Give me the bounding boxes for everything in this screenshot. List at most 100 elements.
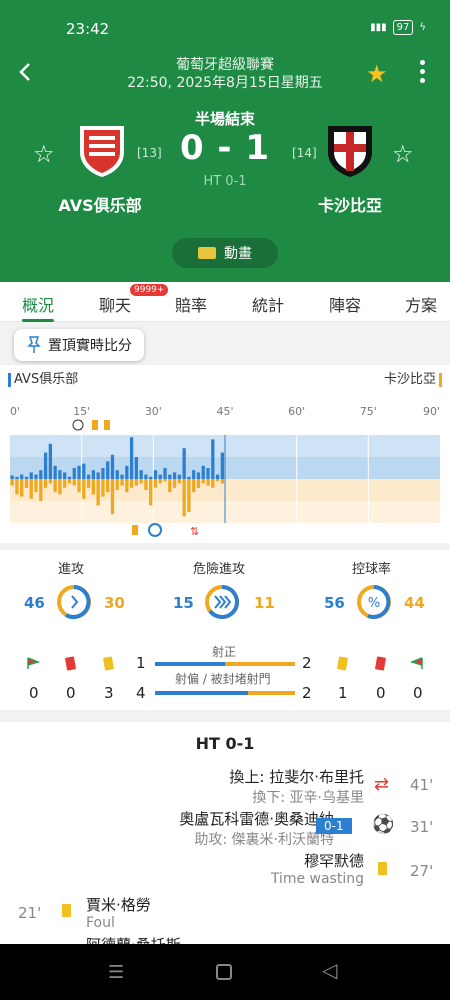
- away-team-name[interactable]: 卡沙比亞: [290, 192, 410, 216]
- away-pressure-bar: [91, 479, 95, 495]
- possession-label: 控球率: [352, 562, 392, 577]
- home-yellow-cards: 3: [104, 684, 114, 702]
- away-pressure-bar: [96, 479, 100, 506]
- on-target-home-bar: [155, 662, 225, 666]
- football-icon: ⚽: [372, 814, 395, 835]
- status-icons: ▮▮▮ 97 ϟ: [370, 20, 426, 35]
- charging-icon: ϟ: [419, 22, 426, 33]
- home-pressure-bar: [10, 475, 14, 479]
- away-pressure-bar: [15, 479, 19, 495]
- away-pressure-bar: [177, 479, 181, 484]
- off-target-away: 2: [302, 684, 312, 702]
- animation-button[interactable]: 動畫: [172, 238, 278, 268]
- favorite-star-icon[interactable]: ★: [366, 60, 388, 88]
- home-pressure-bar: [48, 443, 52, 479]
- away-pressure-bar: [153, 479, 158, 488]
- home-pressure-bar: [72, 468, 76, 479]
- home-pressure-bar: [67, 476, 72, 479]
- home-team-logo[interactable]: [76, 122, 128, 178]
- corner-flag-icon: [410, 657, 423, 669]
- red-card-icon: [64, 656, 77, 671]
- dangerous-home: 15: [173, 594, 194, 612]
- pin-icon: [27, 336, 41, 353]
- off-target-label: 射偏 / 被封堵射門: [175, 672, 271, 686]
- away-pressure-bar: [10, 479, 14, 486]
- home-pressure-bar: [177, 474, 181, 479]
- tab-odds[interactable]: 賠率: [175, 292, 207, 316]
- event-substitution[interactable]: 換上: 拉斐尔·布里托 換下: 亚辛·乌基里: [229, 766, 364, 807]
- away-pressure-bar: [86, 479, 91, 488]
- away-pressure-bar: [201, 479, 205, 484]
- home-pressure-bar: [215, 474, 220, 479]
- home-pressure-bar: [201, 465, 205, 479]
- home-follow-star-icon[interactable]: ☆: [33, 140, 55, 168]
- off-target-home: 4: [136, 684, 146, 702]
- active-tab-indicator: [22, 319, 54, 322]
- home-pressure-bar: [53, 465, 57, 479]
- event-yellow-card[interactable]: 賈米·格勞 Foul: [86, 894, 151, 931]
- minute-tick-label: 90': [423, 405, 440, 418]
- home-pressure-bar: [34, 474, 38, 479]
- yellow-card-marker: [132, 525, 138, 535]
- home-pressure-bar: [77, 465, 81, 479]
- tab-lineup[interactable]: 陣容: [329, 292, 361, 316]
- recent-apps-icon[interactable]: ☰: [108, 962, 124, 983]
- away-rank: [14]: [292, 146, 317, 160]
- home-pressure-bar: [220, 452, 224, 479]
- event-goal[interactable]: 奧盧瓦科雷德·奧桑迪納 助攻: 傑裏米·利沃蘭特: [179, 808, 334, 849]
- away-team-logo[interactable]: [324, 122, 376, 178]
- away-follow-star-icon[interactable]: ☆: [392, 140, 414, 168]
- home-pressure-bar: [110, 454, 115, 479]
- tab-plans[interactable]: 方案: [405, 292, 437, 316]
- red-card-icon: [374, 656, 387, 671]
- tab-chat[interactable]: 聊天: [99, 292, 131, 316]
- home-pressure-bar: [120, 474, 124, 479]
- home-team-name[interactable]: AVS俱乐部: [40, 192, 160, 216]
- dangerous-label: 危險進攻: [193, 562, 246, 577]
- home-icon[interactable]: [216, 964, 232, 980]
- animation-label: 動畫: [224, 246, 252, 262]
- home-pressure-bar: [96, 472, 100, 479]
- attack-label: 進攻: [58, 562, 85, 577]
- minute-tick-label: 15': [73, 405, 90, 418]
- minute-tick-label: 45': [216, 405, 233, 418]
- event-yellow-card[interactable]: 穆罕默德 Time wasting: [271, 850, 364, 887]
- off-target-home-bar: [155, 691, 248, 695]
- pin-live-score-button[interactable]: 置頂實時比分: [14, 329, 144, 361]
- away-pressure-bar: [101, 479, 105, 497]
- status-time: 23:42: [66, 20, 110, 38]
- tab-bar: 概況 聊天 賠率 統計 陣容 方案: [0, 282, 450, 322]
- svg-text:%: %: [368, 596, 380, 611]
- yellow-card-icon: [336, 656, 349, 671]
- tab-stats[interactable]: 統計: [252, 292, 284, 316]
- more-menu-icon[interactable]: [418, 58, 426, 84]
- away-pressure-bar: [24, 479, 29, 488]
- away-corners: 0: [413, 684, 423, 702]
- home-pressure-bar: [39, 470, 43, 479]
- away-pressure-bar: [168, 479, 172, 493]
- home-corners: 0: [29, 684, 39, 702]
- back-nav-icon[interactable]: ◁: [322, 958, 337, 982]
- home-pressure-bar: [196, 472, 201, 479]
- home-pressure-bar: [125, 465, 129, 479]
- away-pressure-bar: [211, 479, 215, 488]
- yellow-card-icon: [102, 656, 115, 671]
- home-pressure-bar: [24, 476, 29, 479]
- home-pressure-bar: [20, 474, 24, 479]
- away-pressure-bar: [182, 479, 186, 517]
- home-pressure-bar: [29, 472, 33, 479]
- yellow-card-icon: [62, 904, 71, 917]
- yellow-card-icon: [378, 862, 387, 875]
- home-pressure-bar: [43, 452, 48, 479]
- minute-tick-label: 60': [288, 405, 305, 418]
- tab-overview[interactable]: 概況: [22, 292, 54, 316]
- away-pressure-bar: [67, 479, 72, 484]
- away-pressure-bar: [106, 479, 110, 493]
- possession-away: 44: [404, 594, 425, 612]
- chat-badge: 9999+: [130, 284, 169, 296]
- home-pressure-bar: [182, 448, 186, 479]
- away-pressure-bar: [192, 479, 196, 493]
- away-pressure-bar: [206, 479, 210, 486]
- away-pressure-bar: [82, 479, 86, 499]
- event-partial[interactable]: 阿德蘭·桑托斯: [86, 934, 181, 944]
